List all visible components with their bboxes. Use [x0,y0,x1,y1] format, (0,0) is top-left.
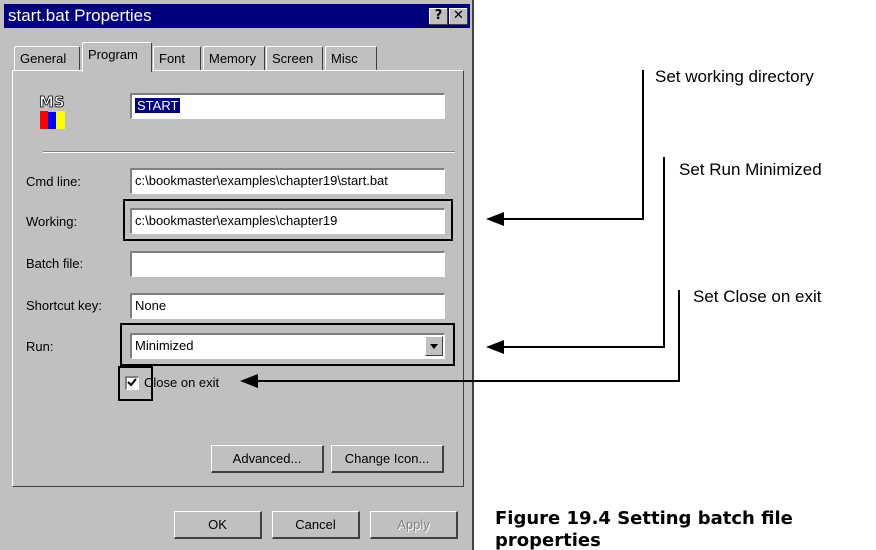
annotation-run-minimized: Set Run Minimized [679,160,822,179]
annotation-close-on-exit: Set Close on exit [693,287,822,306]
tab-program[interactable]: Program [82,42,152,72]
annotation-working-directory: Set working directory [655,67,814,86]
figure-caption: Figure 19.4 Setting batch file propertie… [495,508,793,550]
